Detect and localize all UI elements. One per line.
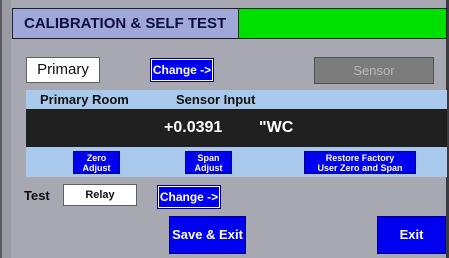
primary-room-label: Primary Room xyxy=(40,92,129,107)
page-title: CALIBRATION & SELF TEST xyxy=(13,9,238,38)
readout-value: +0.0391 xyxy=(164,119,223,136)
primary-selector-value: Primary xyxy=(26,57,100,83)
span-adjust-line1: Span xyxy=(197,153,220,163)
restore-factory-line1: Restore Factory xyxy=(325,153,395,163)
zero-adjust-button[interactable]: Zero Adjust xyxy=(73,151,120,174)
change-test-button[interactable]: Change -> xyxy=(158,186,220,208)
span-adjust-button[interactable]: Span Adjust xyxy=(185,151,232,174)
calibration-screen: CALIBRATION & SELF TEST Primary Change -… xyxy=(0,0,449,258)
exit-button[interactable]: Exit xyxy=(377,216,446,254)
header-bar: CALIBRATION & SELF TEST xyxy=(12,8,447,39)
sensor-button[interactable]: Sensor xyxy=(314,57,434,84)
sensor-input-label: Sensor Input xyxy=(176,92,256,107)
status-indicator xyxy=(238,9,446,38)
zero-adjust-line1: Zero xyxy=(86,153,107,163)
action-band: Zero Adjust Span Adjust Restore Factory … xyxy=(26,147,447,177)
change-primary-button[interactable]: Change -> xyxy=(151,59,213,81)
readout-unit: "WC xyxy=(259,119,294,136)
sensor-readout: +0.0391 "WC xyxy=(26,109,447,147)
zero-adjust-line2: Adjust xyxy=(82,163,111,173)
left-margin xyxy=(2,0,11,258)
save-exit-button[interactable]: Save & Exit xyxy=(169,216,246,254)
restore-factory-line2: User Zero and Span xyxy=(317,163,403,173)
labels-band: Primary Room Sensor Input xyxy=(26,90,447,109)
test-selector-value: Relay xyxy=(63,184,137,206)
span-adjust-line2: Adjust xyxy=(194,163,223,173)
restore-factory-button[interactable]: Restore Factory User Zero and Span xyxy=(304,151,416,174)
test-label: Test xyxy=(24,188,50,203)
